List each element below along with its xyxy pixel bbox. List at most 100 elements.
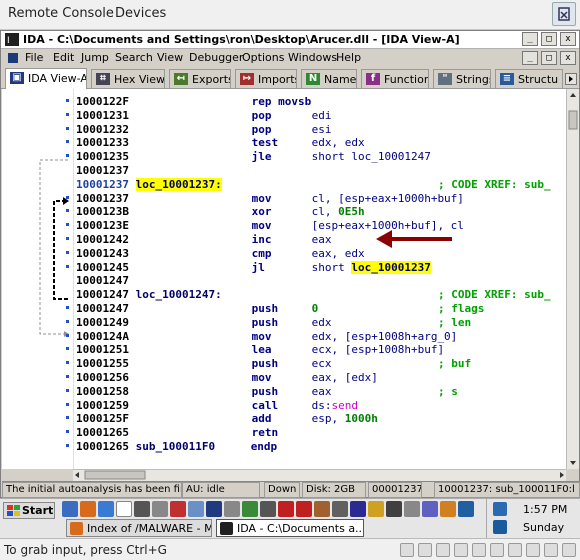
app-icon[interactable] — [116, 501, 132, 517]
child-close-button[interactable]: x — [560, 51, 576, 65]
minimize-button[interactable]: _ — [522, 32, 538, 46]
keyboard-icon[interactable] — [562, 543, 576, 557]
disasm-line[interactable]: 10001233 test edx, edx — [76, 136, 365, 149]
tab-names[interactable]: N Names — [301, 69, 357, 88]
app-icon[interactable] — [458, 501, 474, 517]
folder-icon[interactable] — [508, 543, 522, 557]
horizontal-scrollbar[interactable] — [73, 469, 566, 481]
disasm-line[interactable]: 10001247 push 0 ; flags — [76, 302, 484, 315]
display-icon[interactable] — [526, 543, 540, 557]
app-icon[interactable] — [422, 501, 438, 517]
disasm-line[interactable]: 10001237 mov cl, [esp+eax+1000h+buf] — [76, 192, 464, 205]
app-icon[interactable] — [386, 501, 402, 517]
app-icon[interactable] — [224, 501, 240, 517]
menu-remote-console[interactable]: Remote Console — [8, 6, 114, 21]
disasm-line[interactable]: 10001255 push ecx ; buf — [76, 357, 471, 370]
disasm-line[interactable]: 10001245 jl short loc_10001237 — [76, 260, 431, 274]
network-icon[interactable] — [454, 543, 468, 557]
disasm-line[interactable]: 10001237 — [76, 164, 252, 177]
firefox-icon[interactable] — [80, 501, 96, 517]
disasm-line[interactable]: 10001232 pop esi — [76, 123, 331, 136]
quicklaunch-icon[interactable] — [62, 501, 78, 517]
line-address: 1000124A — [76, 329, 129, 343]
app-icon[interactable] — [350, 501, 366, 517]
app-icon[interactable] — [206, 501, 222, 517]
imports-icon: ↦ — [240, 73, 254, 85]
network-icon[interactable] — [472, 543, 486, 557]
disasm-line[interactable]: 10001258 push eax ; s — [76, 385, 458, 398]
menu-windows[interactable]: Windows — [288, 51, 337, 64]
app-icon[interactable] — [134, 501, 150, 517]
task-browser[interactable]: Index of /MALWARE - M... — [66, 519, 212, 537]
cd-icon[interactable] — [418, 543, 432, 557]
disasm-line[interactable]: 10001235 jle short loc_10001247 — [76, 150, 431, 163]
tab-scroll-right-button[interactable] — [565, 73, 577, 85]
maximize-button[interactable]: □ — [541, 32, 557, 46]
disasm-line[interactable]: 10001247 — [76, 274, 252, 287]
disasm-line[interactable]: 10001237 loc_10001237: ; CODE XREF: sub_ — [76, 177, 551, 191]
usb-icon[interactable] — [490, 543, 504, 557]
app-icon[interactable] — [170, 501, 186, 517]
disasm-line[interactable]: 10001231 pop edi — [76, 109, 331, 122]
disassembly-view[interactable]: 1000122F rep movsb 10001231 pop edi 1000123… — [2, 89, 566, 469]
disasm-line[interactable]: 10001247 loc_10001247: ; CODE XREF: sub_ — [76, 288, 551, 302]
mouse-icon[interactable] — [436, 543, 450, 557]
disasm-line[interactable]: 1000123B xor cl, 0E5h — [76, 205, 365, 218]
line-mnemonic: rep movsb — [251, 95, 312, 108]
child-maximize-button[interactable]: □ — [541, 51, 557, 65]
tab-imports[interactable]: ↦ Imports — [235, 69, 297, 88]
disasm-line[interactable]: 10001256 mov eax, [edx] — [76, 371, 378, 384]
disk-icon[interactable] — [400, 543, 414, 557]
menu-debugger[interactable]: Debugger — [189, 51, 243, 64]
disasm-line[interactable]: 10001242 inc eax — [76, 233, 331, 246]
child-minimize-button[interactable]: _ — [522, 51, 538, 65]
close-console-button[interactable] — [552, 2, 576, 26]
disasm-line[interactable]: 10001251 lea ecx, [esp+1008h+buf] — [76, 343, 444, 356]
line-marker — [66, 250, 69, 254]
disasm-line[interactable]: 10001249 push edx ; len — [76, 316, 471, 329]
menu-options[interactable]: Options — [242, 51, 284, 64]
disasm-line[interactable]: 1000125F add esp, 1000h — [76, 412, 378, 425]
app-icon[interactable] — [260, 501, 276, 517]
start-button[interactable]: Start — [3, 502, 55, 519]
tab-strings[interactable]: " Strings — [433, 69, 491, 88]
tray-icon[interactable] — [493, 520, 507, 534]
app-icon[interactable] — [314, 501, 330, 517]
app-icon[interactable] — [242, 501, 258, 517]
app-icon[interactable] — [368, 501, 384, 517]
tray-icon[interactable] — [493, 502, 507, 516]
capture-icon[interactable] — [544, 543, 558, 557]
tab-structures[interactable]: ≡ Structu — [495, 69, 563, 88]
app-icon[interactable] — [188, 501, 204, 517]
disasm-line[interactable]: 10001265 sub_100011F0 endp — [76, 440, 311, 453]
disasm-line[interactable]: 1000124A mov edx, [esp+1008h+arg_0] — [76, 330, 457, 343]
menu-edit[interactable]: Edit — [53, 51, 74, 64]
vertical-scrollbar[interactable] — [566, 89, 579, 469]
tab-functions[interactable]: f Functions — [361, 69, 429, 88]
menu-search[interactable]: Search — [115, 51, 153, 64]
menu-file[interactable]: File — [25, 51, 43, 64]
ie-icon[interactable] — [98, 501, 114, 517]
disasm-line[interactable]: 10001243 cmp eax, edx — [76, 247, 365, 260]
disasm-line[interactable]: 1000122F rep movsb — [76, 95, 311, 108]
tab-hex-view-a[interactable]: ⌗ Hex View-A — [91, 69, 165, 88]
tab-exports[interactable]: ↤ Exports — [169, 69, 231, 88]
menu-help[interactable]: Help — [336, 51, 361, 64]
app-icon[interactable] — [278, 501, 294, 517]
app-icon[interactable] — [152, 501, 168, 517]
disasm-line[interactable]: 10001265 retn — [76, 426, 312, 439]
disasm-line[interactable]: 10001259 call ds:send — [76, 399, 358, 412]
task-ida[interactable]: IDA - C:\Documents a... — [216, 519, 364, 537]
app-icon[interactable] — [332, 501, 348, 517]
menu-view[interactable]: View — [157, 51, 183, 64]
tab-ida-view-a[interactable]: ▣ IDA View-A — [5, 68, 87, 89]
menu-devices[interactable]: Devices — [115, 6, 166, 21]
line-label: loc_10001247: — [135, 288, 222, 302]
close-button[interactable]: x — [560, 32, 576, 46]
app-icon[interactable] — [440, 501, 456, 517]
app-icon[interactable] — [296, 501, 312, 517]
menu-jump[interactable]: Jump — [81, 51, 109, 64]
line-address: 10001259 — [76, 398, 129, 412]
line-address: 10001233 — [76, 136, 129, 150]
app-icon[interactable] — [404, 501, 420, 517]
